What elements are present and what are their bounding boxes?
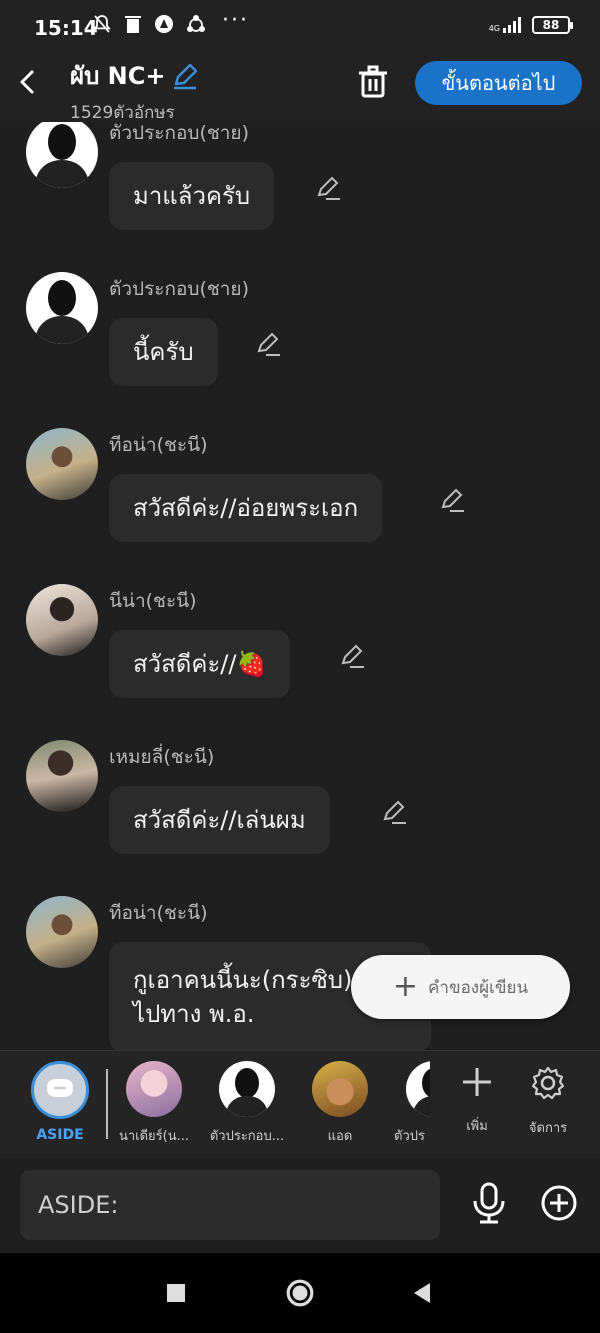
add-label: เพิ่ม [466, 1119, 488, 1134]
chat-message: ตัวประกอบ(ชาย) มาแล้วครับ [0, 122, 600, 252]
sync-notification-icon [187, 15, 205, 32]
person-silhouette-icon [225, 1068, 269, 1117]
author-note-label: คำของผู้เขียน [428, 977, 529, 998]
person-silhouette-icon [412, 1068, 430, 1117]
character-label: แอด [327, 1129, 353, 1144]
status-bar: 15:14 ··· 4G 88 [0, 0, 600, 56]
plus-icon [463, 1068, 491, 1096]
character-label: นาเดียร์(น... [118, 1129, 190, 1144]
avatar[interactable] [26, 740, 98, 812]
person-silhouette-icon [34, 280, 90, 344]
edit-message-icon[interactable] [380, 798, 408, 826]
chat-message: ตัวประกอบ(ชาย) นี้ครับ [0, 272, 600, 412]
input-bar: ASIDE: [0, 1158, 600, 1253]
character-label: ตัวปร [394, 1129, 425, 1144]
chat-area[interactable]: ตัวประกอบ(ชาย) มาแล้วครับ ตัวประกอบ(ชาย)… [0, 122, 600, 1050]
message-bubble[interactable]: สวัสดีค่ะ//เล่นผม [109, 786, 330, 854]
sender-name: ทีอน่า(ชะนี) [109, 434, 208, 456]
message-bubble[interactable]: สวัสดีค่ะ//🍓 [109, 630, 291, 698]
trash-notification-icon [125, 16, 141, 33]
edit-message-icon[interactable] [254, 330, 282, 358]
avatar[interactable] [26, 122, 98, 188]
sender-name: เหมยลี่(ชะนี) [109, 746, 215, 768]
manage-label: จัดการ [528, 1121, 568, 1136]
next-step-button[interactable]: ขั้นตอนต่อไป [415, 61, 582, 105]
sender-name: ตัวประกอบ(ชาย) [109, 122, 249, 144]
back-arrow-icon[interactable] [14, 66, 42, 98]
signal-icon [503, 17, 521, 33]
more-notifications-icon: ··· [222, 7, 249, 33]
battery-level: 88 [542, 18, 560, 32]
edit-message-icon[interactable] [338, 642, 366, 670]
person-silhouette-icon [34, 124, 90, 188]
message-bubble[interactable]: นี้ครับ [109, 318, 218, 386]
message-bubble[interactable]: สวัสดีค่ะ//อ่อยพระเอก [109, 474, 383, 542]
aside-avatar [31, 1061, 89, 1119]
manage-characters-button[interactable]: จัดการ [518, 1065, 578, 1138]
back-icon[interactable] [408, 1279, 436, 1307]
add-circle-icon[interactable] [540, 1184, 578, 1222]
character-avatar [219, 1061, 275, 1117]
chat-message: นีน่า(ชะนี) สวัสดีค่ะ//🍓 [0, 584, 600, 724]
avatar[interactable] [26, 428, 98, 500]
sender-name: นีน่า(ชะนี) [109, 590, 197, 612]
network-type: 4G [488, 24, 500, 33]
app-notification-icon [155, 15, 173, 33]
network-indicator: 4G [489, 17, 522, 33]
edit-message-icon[interactable] [438, 486, 466, 514]
chat-message: ทีอน่า(ชะนี) สวัสดีค่ะ//อ่อยพระเอก [0, 428, 600, 568]
plus-icon: + [392, 969, 419, 1004]
chat-bubble-icon [47, 1079, 73, 1097]
message-input[interactable]: ASIDE: [20, 1170, 440, 1240]
page-title: ผับ NC+ [70, 56, 199, 95]
avatar[interactable] [26, 272, 98, 344]
character-aside[interactable]: ASIDE [15, 1061, 105, 1143]
avatar[interactable] [26, 896, 98, 968]
sender-name: ทีอน่า(ชะนี) [109, 902, 208, 924]
message-line: กูเอาคนนี้นะ(กระซิบ) [133, 966, 353, 994]
avatar[interactable] [26, 584, 98, 656]
character-item[interactable]: ตัวปร [388, 1061, 430, 1146]
character-item[interactable]: ตัวประกอบ... [202, 1061, 292, 1146]
trash-icon[interactable] [356, 64, 390, 100]
character-label: ตัวประกอบ... [209, 1129, 285, 1144]
microphone-icon[interactable] [470, 1182, 508, 1224]
page-title-text: ผับ NC+ [70, 62, 166, 90]
character-selector: ASIDE นาเดียร์(น... ตัวประกอบ... แอด ตัว… [0, 1050, 600, 1158]
message-line: ไปทาง พ.อ. [133, 1000, 255, 1028]
character-avatar [126, 1061, 182, 1117]
character-item[interactable]: นาเดียร์(น... [109, 1061, 199, 1146]
character-item[interactable]: แอด [295, 1061, 385, 1146]
app-header: ผับ NC+ 1529ตัวอักษร ขั้นตอนต่อไป [0, 56, 600, 123]
title-block: ผับ NC+ 1529ตัวอักษร [70, 56, 199, 126]
status-notification-icons: ··· [92, 8, 249, 34]
status-time: 15:14 [34, 16, 98, 40]
character-avatar [406, 1061, 430, 1117]
divider [106, 1069, 108, 1139]
status-system-icons: 4G 88 [489, 16, 573, 34]
chat-message: เหมยลี่(ชะนี) สวัสดีค่ะ//เล่นผม [0, 740, 600, 880]
character-label: ASIDE [36, 1127, 84, 1143]
sender-name: ตัวประกอบ(ชาย) [109, 278, 249, 300]
edit-message-icon[interactable] [314, 174, 342, 202]
edit-title-icon[interactable] [171, 62, 199, 90]
character-avatar [312, 1061, 368, 1117]
bell-off-icon [93, 15, 111, 33]
system-nav-bar [0, 1253, 600, 1333]
battery-icon: 88 [532, 16, 573, 34]
gear-icon [531, 1066, 565, 1100]
message-bubble[interactable]: มาแล้วครับ [109, 162, 275, 230]
home-icon[interactable] [285, 1278, 315, 1308]
add-character-button[interactable]: เพิ่ม [447, 1065, 507, 1136]
author-note-button[interactable]: + คำของผู้เขียน [351, 955, 570, 1019]
recents-icon[interactable] [162, 1279, 190, 1307]
